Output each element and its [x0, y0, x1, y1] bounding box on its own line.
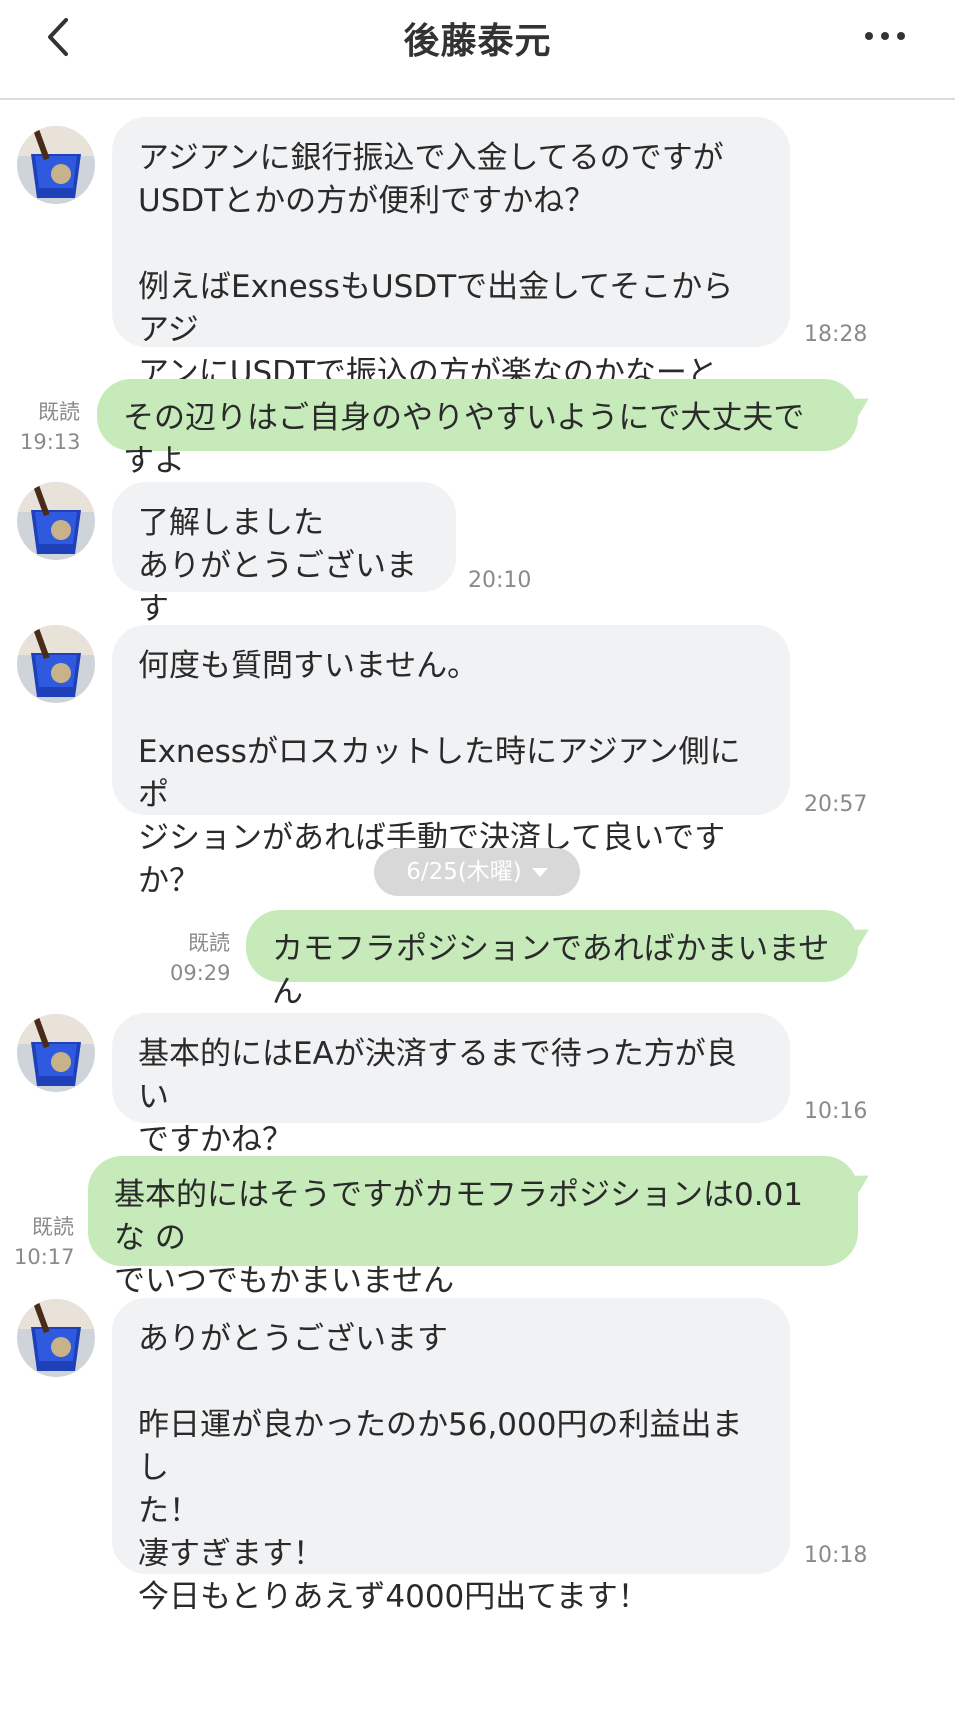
message-bubble-incoming[interactable]: 了解しました ありがとうございます	[112, 482, 456, 627]
message-bubble-incoming[interactable]: 基本的にはEAが決済するまで待った方が良い ですかね？	[112, 1013, 790, 1158]
avatar-image	[17, 1299, 95, 1377]
avatar-image	[17, 482, 95, 560]
message-time: 10:16	[804, 1099, 868, 1124]
read-label: 既読	[38, 400, 80, 424]
avatar-image	[17, 625, 95, 703]
message-bubble-outgoing[interactable]: カモフラポジションであればかまいません	[246, 910, 858, 1010]
message-bubble-incoming[interactable]: 何度も質問すいません。 Exnessがロスカットした時にアジアン側にポ ジション…	[112, 625, 790, 899]
avatar-image	[17, 126, 95, 204]
avatar[interactable]	[17, 1299, 95, 1377]
avatar[interactable]	[17, 1014, 95, 1092]
message-bubble-outgoing[interactable]: その辺りはご自身のやりやすいようにで大丈夫ですよ	[97, 379, 858, 479]
message-time: 18:28	[804, 322, 868, 347]
date-label: 6/25(木曜)	[406, 859, 522, 885]
message-time: 10:17	[14, 1245, 75, 1269]
message-time: 20:57	[804, 792, 868, 817]
more-options-button[interactable]	[855, 14, 915, 60]
chat-title: 後藤泰元	[403, 21, 552, 62]
read-status: 既読 19:13	[20, 397, 81, 457]
message-time: 10:18	[804, 1543, 868, 1568]
read-status: 既読 09:29	[170, 928, 231, 988]
avatar[interactable]	[17, 625, 95, 703]
chat-header: 後藤泰元	[0, 0, 955, 100]
avatar[interactable]	[17, 482, 95, 560]
more-horizontal-icon	[865, 32, 905, 40]
read-label: 既読	[188, 931, 230, 955]
read-label: 既読	[32, 1215, 74, 1239]
avatar[interactable]	[17, 126, 95, 204]
message-bubble-incoming[interactable]: アジアンに銀行振込で入金してるのですが USDTとかの方が便利ですかね？ 例えば…	[112, 117, 790, 391]
message-time: 19:13	[20, 430, 81, 454]
message-bubble-outgoing[interactable]: 基本的にはそうですがカモフラポジションは0.01な の でいつでもかまいません	[88, 1156, 858, 1299]
avatar-image	[17, 1014, 95, 1092]
message-bubble-incoming[interactable]: ありがとうございます 昨日運が良かったのか56,000円の利益出まし た！ 凄す…	[112, 1298, 790, 1615]
date-separator[interactable]: 6/25(木曜)	[374, 848, 580, 896]
message-time: 09:29	[170, 961, 231, 985]
caret-down-icon	[531, 868, 548, 877]
message-time: 20:10	[468, 568, 532, 593]
read-status: 既読 10:17	[14, 1212, 75, 1272]
message-list[interactable]: アジアンに銀行振込で入金してるのですが USDTとかの方が便利ですかね？ 例えば…	[0, 102, 955, 1713]
